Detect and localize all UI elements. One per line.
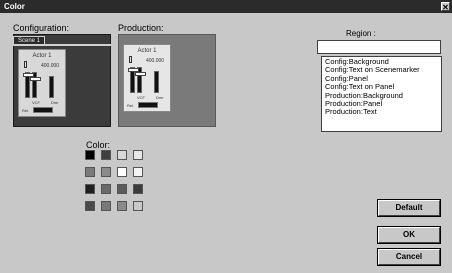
title-bar: Color ✕ bbox=[0, 0, 452, 13]
color-swatch[interactable] bbox=[85, 167, 95, 177]
color-swatch[interactable] bbox=[85, 184, 95, 194]
window-title: Color bbox=[4, 2, 25, 11]
fader-label-2: Dmr bbox=[51, 100, 59, 105]
production-actor-panel[interactable]: Actor 1 400.000 VCF Dmr Rel. bbox=[123, 44, 171, 112]
slider-label: Rel. bbox=[127, 103, 135, 108]
color-swatch[interactable] bbox=[117, 167, 127, 177]
color-swatch[interactable] bbox=[117, 150, 127, 160]
color-swatch[interactable] bbox=[101, 184, 111, 194]
tab-strip bbox=[13, 44, 111, 46]
fader-label-2: Dmr bbox=[156, 95, 164, 100]
region-label: Region : bbox=[346, 29, 376, 38]
color-swatch[interactable] bbox=[133, 184, 143, 194]
fader-knob-2 bbox=[30, 77, 41, 81]
color-swatch[interactable] bbox=[101, 201, 111, 211]
cancel-button[interactable]: Cancel bbox=[377, 248, 441, 266]
color-dialog: Color ✕ Configuration: Scene 1 Actor 1 4… bbox=[0, 0, 452, 273]
color-swatch[interactable] bbox=[133, 150, 143, 160]
color-swatch[interactable] bbox=[101, 150, 111, 160]
region-list[interactable]: Config:Background Config:Text on Scenema… bbox=[321, 56, 442, 132]
actor-value: 400.000 bbox=[41, 63, 60, 69]
color-swatch[interactable] bbox=[117, 184, 127, 194]
color-swatch[interactable] bbox=[117, 201, 127, 211]
fader-3 bbox=[49, 76, 54, 98]
fader-knob-2 bbox=[135, 72, 146, 76]
actor-title: Actor 1 bbox=[137, 48, 157, 54]
horizontal-slider bbox=[138, 102, 158, 108]
actor-indicator-icon bbox=[24, 61, 27, 68]
config-actor-panel[interactable]: Actor 1 400.000 VCF Dmr Rel. bbox=[18, 49, 66, 117]
actor-title: Actor 1 bbox=[32, 53, 52, 59]
color-label: Color: bbox=[86, 140, 111, 150]
color-swatch[interactable] bbox=[133, 167, 143, 177]
region-item-production-text[interactable]: Production:Text bbox=[325, 108, 441, 117]
fader-label-1: VCF bbox=[32, 100, 40, 105]
horizontal-slider bbox=[33, 107, 53, 113]
ok-button[interactable]: OK bbox=[377, 226, 441, 244]
color-swatch[interactable] bbox=[133, 201, 143, 211]
slider-label: Rel. bbox=[22, 108, 30, 113]
configuration-label: Configuration: bbox=[13, 23, 70, 33]
fader-3 bbox=[154, 71, 159, 93]
actor-indicator-icon bbox=[129, 56, 132, 63]
fader-label-1: VCF bbox=[137, 95, 145, 100]
close-icon[interactable]: ✕ bbox=[441, 2, 450, 12]
color-swatch[interactable] bbox=[85, 201, 95, 211]
region-input[interactable] bbox=[317, 40, 441, 54]
color-swatch[interactable] bbox=[85, 150, 95, 160]
production-label: Production: bbox=[118, 23, 164, 33]
color-swatch[interactable] bbox=[101, 167, 111, 177]
default-button[interactable]: Default bbox=[377, 199, 441, 217]
actor-value: 400.000 bbox=[146, 58, 165, 64]
